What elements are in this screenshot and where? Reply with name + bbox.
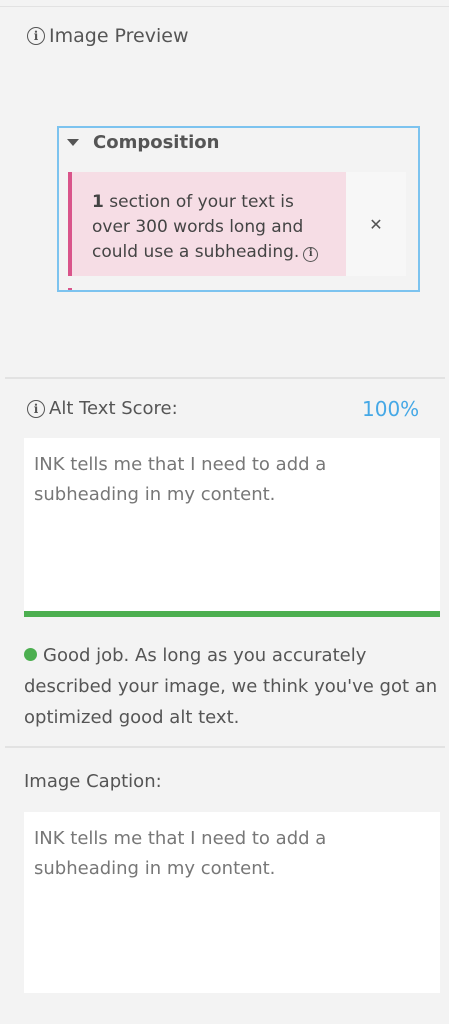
alt-text-score-bar: [24, 611, 440, 617]
info-icon[interactable]: i: [303, 246, 319, 262]
section-divider: [5, 377, 445, 379]
alt-text-value: INK tells me that I need to add a subhea…: [34, 454, 327, 505]
image-caption-value: INK tells me that I need to add a subhea…: [34, 828, 327, 879]
info-icon[interactable]: i: [27, 399, 45, 418]
alt-text-score-fill: [24, 611, 440, 617]
alt-text-input[interactable]: INK tells me that I need to add a subhea…: [24, 438, 440, 611]
alt-text-feedback-text: Good job. As long as you accurately desc…: [24, 645, 438, 728]
image-preview-label: Image Preview: [49, 25, 189, 47]
image-preview-frame: Composition 1 section of your text is ov…: [57, 126, 420, 292]
close-icon[interactable]: ✕: [346, 172, 406, 276]
subheading-notice: 1 section of your text is over 300 words…: [68, 172, 346, 276]
notice-count: 1: [92, 192, 104, 212]
alt-text-feedback: Good job. As long as you accurately desc…: [24, 640, 439, 733]
info-icon[interactable]: i: [27, 27, 45, 45]
notice-stub: [68, 288, 72, 290]
caret-down-icon: [67, 139, 79, 146]
alt-text-score-value: 100%: [362, 397, 420, 421]
image-caption-input[interactable]: INK tells me that I need to add a subhea…: [24, 812, 440, 993]
image-caption-label: Image Caption:: [24, 771, 162, 792]
composition-header[interactable]: Composition: [67, 132, 219, 153]
alt-text-score-label: Alt Text Score:: [49, 398, 178, 419]
notice-text: section of your text is over 300 words l…: [92, 192, 304, 262]
top-divider: [0, 6, 449, 7]
composition-label: Composition: [93, 132, 220, 153]
success-dot-icon: [24, 648, 37, 661]
alt-text-heading: i Alt Text Score:: [27, 398, 178, 419]
section-divider: [5, 746, 445, 748]
image-preview-heading: i Image Preview: [27, 25, 189, 47]
